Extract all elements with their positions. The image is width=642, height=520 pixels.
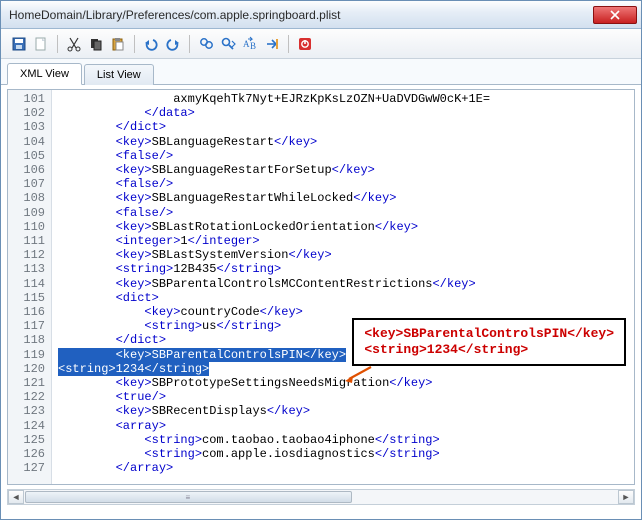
toolbar: AB <box>1 29 641 59</box>
title-bar: HomeDomain/Library/Preferences/com.apple… <box>1 1 641 29</box>
code-line[interactable]: <string>12B435</string> <box>58 262 634 276</box>
find-next-button[interactable] <box>218 34 238 54</box>
toolbar-separator <box>134 35 135 53</box>
cut-button[interactable] <box>64 34 84 54</box>
tab-bar: XML View List View <box>1 59 641 85</box>
scroll-track[interactable]: ≡ <box>24 490 618 504</box>
replace-button[interactable]: AB <box>240 34 260 54</box>
code-line[interactable]: <string>com.apple.iosdiagnostics</string… <box>58 447 634 461</box>
code-line[interactable]: </dict> <box>58 120 634 134</box>
code-line[interactable]: <false/> <box>58 177 634 191</box>
paste-button[interactable] <box>108 34 128 54</box>
find-button[interactable] <box>196 34 216 54</box>
code-line[interactable]: <false/> <box>58 206 634 220</box>
code-editor[interactable]: 1011021031041051061071081091101111121131… <box>7 89 635 485</box>
code-line[interactable]: <string>com.taobao.taobao4iphone</string… <box>58 433 634 447</box>
toolbar-separator <box>189 35 190 53</box>
code-line[interactable]: <key>SBRecentDisplays</key> <box>58 404 634 418</box>
svg-text:B: B <box>250 41 256 51</box>
close-button[interactable] <box>593 6 637 24</box>
toolbar-separator <box>288 35 289 53</box>
scroll-left-button[interactable]: ◄ <box>8 490 24 504</box>
line-gutter: 1011021031041051061071081091101111121131… <box>8 90 52 484</box>
code-line[interactable]: <array> <box>58 419 634 433</box>
code-line[interactable]: <integer>1</integer> <box>58 234 634 248</box>
code-line[interactable]: <key>SBLanguageRestart</key> <box>58 135 634 149</box>
close-icon <box>610 10 620 20</box>
code-line[interactable]: axmyKqehTk7Nyt+EJRzKpKsLzOZN+UaDVDGwW0cK… <box>58 92 634 106</box>
power-button[interactable] <box>295 34 315 54</box>
code-line[interactable]: </data> <box>58 106 634 120</box>
goto-button[interactable] <box>262 34 282 54</box>
redo-button[interactable] <box>163 34 183 54</box>
tab-xml-view[interactable]: XML View <box>7 63 82 85</box>
code-line[interactable]: <true/> <box>58 390 634 404</box>
code-lines[interactable]: axmyKqehTk7Nyt+EJRzKpKsLzOZN+UaDVDGwW0cK… <box>52 90 634 484</box>
toolbar-separator <box>57 35 58 53</box>
horizontal-scrollbar[interactable]: ◄ ≡ ► <box>7 489 635 505</box>
code-line[interactable]: <false/> <box>58 149 634 163</box>
scroll-thumb[interactable]: ≡ <box>25 491 352 503</box>
annotation-arrow-icon <box>343 365 373 388</box>
code-line[interactable]: </array> <box>58 461 634 475</box>
svg-text:A: A <box>243 39 250 49</box>
code-line[interactable]: <key>SBLanguageRestartForSetup</key> <box>58 163 634 177</box>
code-line[interactable]: <key>SBLastSystemVersion</key> <box>58 248 634 262</box>
code-line[interactable]: <key>SBLastRotationLockedOrientation</ke… <box>58 220 634 234</box>
annotation-callout: <key>SBParentalControlsPIN</key> <string… <box>352 318 626 366</box>
code-line[interactable]: <dict> <box>58 291 634 305</box>
tab-list-view[interactable]: List View <box>84 64 154 85</box>
window-title: HomeDomain/Library/Preferences/com.apple… <box>9 8 593 22</box>
save-button[interactable] <box>9 34 29 54</box>
code-line[interactable]: <key>SBLanguageRestartWhileLocked</key> <box>58 191 634 205</box>
code-line[interactable]: <key>SBParentalControlsMCContentRestrict… <box>58 277 634 291</box>
copy-button[interactable] <box>86 34 106 54</box>
new-button[interactable] <box>31 34 51 54</box>
scroll-right-button[interactable]: ► <box>618 490 634 504</box>
undo-button[interactable] <box>141 34 161 54</box>
